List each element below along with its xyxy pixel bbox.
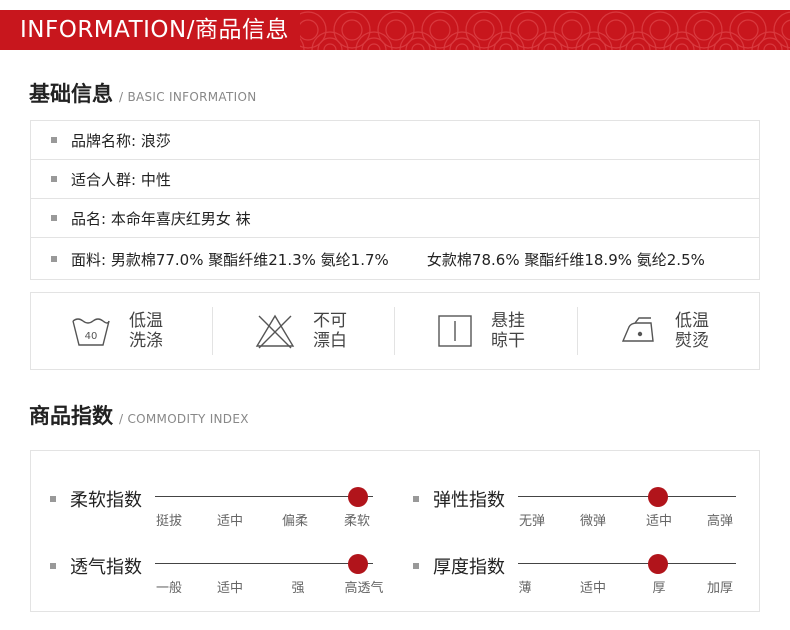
commodity-index-subtitle: / COMMODITY INDEX [119, 412, 249, 426]
scale-name: 柔软指数 [70, 490, 142, 511]
scale-tick-label: 适中 [216, 581, 243, 596]
hang-dry-icon [438, 315, 472, 347]
care-item-wash: 40 低温 洗涤 [71, 293, 163, 369]
scale-name: 透气指数 [70, 557, 142, 578]
scale-tick-label: 微弹 [579, 514, 606, 529]
info-row-audience: 适合人群: 中性 [31, 160, 759, 199]
bullet-icon [51, 176, 57, 182]
elasticity-scale-line [518, 496, 736, 497]
commodity-index-heading: 商品指数 / COMMODITY INDEX [29, 400, 249, 430]
low-iron-icon [621, 317, 654, 342]
care-item-dry: 悬挂 晾干 [437, 293, 525, 369]
info-row-brand: 品牌名称: 浪莎 [31, 121, 759, 160]
care-label-line2: 漂白 [313, 331, 347, 351]
svg-text:40: 40 [85, 331, 98, 342]
care-item-bleach: 不可 漂白 [255, 293, 347, 369]
thickness-scale-line [518, 563, 736, 564]
basic-info-heading: 基础信息 / BASIC INFORMATION [29, 78, 256, 108]
thickness-index-label: 厚度指数 [413, 553, 505, 579]
scale-tick-label: 挺拔 [155, 514, 182, 529]
scale-tick-label: 薄 [518, 581, 532, 596]
bullet-icon [51, 137, 57, 143]
info-row-text: 面料: 男款棉77.0% 聚酯纤维21.3% 氨纶1.7% 女款棉78.6% 聚… [71, 250, 705, 269]
scale-tick-label: 适中 [579, 581, 606, 596]
elasticity-level-dot [648, 487, 668, 507]
breathability-level-dot [348, 554, 368, 574]
scale-name: 厚度指数 [433, 557, 505, 578]
scale-tick-label: 柔软 [343, 514, 370, 529]
scale-tick-label: 偏柔 [281, 514, 308, 529]
care-label-line1: 不可 [313, 311, 347, 331]
scale-tick-label: 一般 [155, 581, 182, 596]
info-row-text: 品牌名称: 浪莎 [71, 131, 171, 150]
bullet-icon [51, 256, 57, 262]
breathability-index-label: 透气指数 [50, 553, 142, 579]
bullet-icon [50, 563, 56, 569]
bullet-icon [413, 496, 419, 502]
care-label-line1: 低温 [129, 311, 163, 331]
scale-tick-label: 加厚 [706, 581, 733, 596]
scale-tick-label: 适中 [216, 514, 243, 529]
breathability-scale-line [155, 563, 373, 564]
header-banner: INFORMATION/商品信息 [0, 10, 790, 50]
scale-name: 弹性指数 [433, 490, 505, 511]
care-item-iron: 低温 熨烫 [621, 293, 709, 369]
softness-scale-line [155, 496, 373, 497]
wash-40-icon: 40 [72, 318, 110, 346]
info-row-text: 品名: 本命年喜庆红男女 袜 [71, 209, 251, 228]
care-label-line2: 洗涤 [129, 331, 163, 351]
care-label: 不可 漂白 [313, 311, 347, 351]
basic-info-table: 品牌名称: 浪莎 适合人群: 中性 品名: 本命年喜庆红男女 袜 面料: 男款棉… [30, 120, 760, 280]
basic-info-title: 基础信息 [29, 82, 113, 106]
care-label: 低温 洗涤 [129, 311, 163, 351]
elasticity-index-label: 弹性指数 [413, 486, 505, 512]
care-label-line1: 悬挂 [491, 311, 525, 331]
care-label-line1: 低温 [675, 311, 709, 331]
info-row-product-name: 品名: 本命年喜庆红男女 袜 [31, 199, 759, 238]
bullet-icon [51, 215, 57, 221]
softness-index-label: 柔软指数 [50, 486, 142, 512]
info-row-fabric: 面料: 男款棉77.0% 聚酯纤维21.3% 氨纶1.7% 女款棉78.6% 聚… [31, 239, 759, 279]
care-instructions: 40 低温 洗涤 不可 漂白 悬挂 晾干 低温 熨烫 [30, 292, 760, 370]
care-label: 悬挂 晾干 [491, 311, 525, 351]
scale-tick-label: 强 [291, 581, 305, 596]
scale-tick-label: 适中 [645, 514, 672, 529]
scale-tick-label: 厚 [652, 581, 666, 596]
scale-tick-label: 高弹 [706, 514, 733, 529]
no-bleach-icon [255, 314, 295, 349]
basic-info-subtitle: / BASIC INFORMATION [119, 90, 257, 104]
care-label-line2: 晾干 [491, 331, 525, 351]
thickness-level-dot [648, 554, 668, 574]
softness-level-dot [348, 487, 368, 507]
bullet-icon [50, 496, 56, 502]
divider [212, 307, 213, 355]
commodity-index-title: 商品指数 [29, 404, 113, 428]
scale-tick-label: 无弹 [518, 514, 545, 529]
care-label: 低温 熨烫 [675, 311, 709, 351]
info-row-text: 适合人群: 中性 [71, 170, 171, 189]
divider [394, 307, 395, 355]
scale-tick-label: 高透气 [344, 581, 384, 596]
bullet-icon [413, 563, 419, 569]
care-label-line2: 熨烫 [675, 331, 709, 351]
banner-title: INFORMATION/商品信息 [20, 17, 289, 43]
divider [577, 307, 578, 355]
